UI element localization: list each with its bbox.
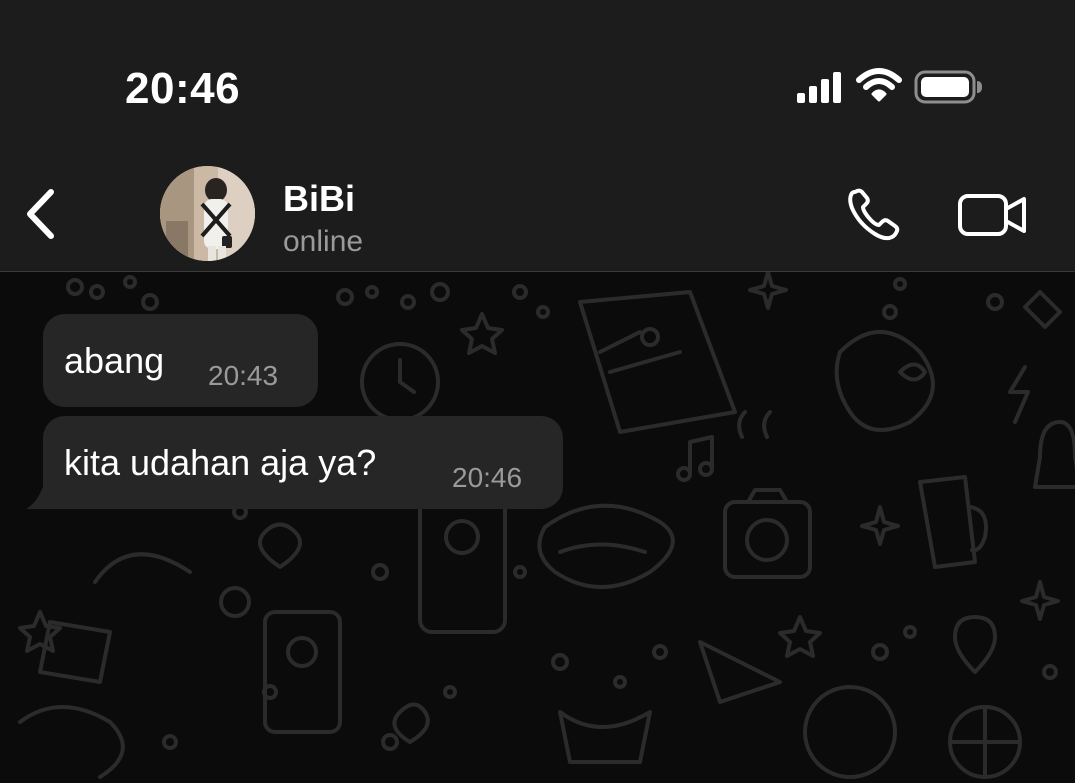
chat-area[interactable]: abang 20:43 kita udahan aja ya? 20:46 (0, 272, 1075, 783)
contact-name[interactable]: BiBi (283, 178, 355, 220)
message-time: 20:43 (208, 360, 279, 391)
back-chevron-icon (27, 189, 54, 239)
message-text: abang (64, 340, 165, 381)
phone-icon (848, 188, 900, 241)
back-button[interactable] (18, 186, 66, 242)
voice-call-button[interactable] (845, 186, 905, 242)
contact-status: online (283, 225, 364, 258)
message-bubble[interactable]: kita udahan aja ya? 20:46 (43, 416, 563, 509)
chat-header: BiBi online (0, 148, 1075, 272)
status-bar: 20:46 (0, 0, 1075, 148)
wifi-icon (856, 68, 902, 107)
contact-avatar[interactable] (160, 166, 255, 261)
video-call-button[interactable] (956, 192, 1030, 238)
message-bubble[interactable]: abang 20:43 (43, 314, 318, 407)
battery-icon (914, 70, 984, 109)
signal-icon (796, 71, 844, 108)
chat-screen: 20:46 BiBi online abang 20:43 kita udaha… (0, 0, 1075, 783)
message-time: 20:46 (452, 462, 523, 493)
video-camera-icon (958, 194, 1026, 236)
message-text: kita udahan aja ya? (64, 442, 377, 483)
status-time: 20:46 (125, 64, 241, 113)
